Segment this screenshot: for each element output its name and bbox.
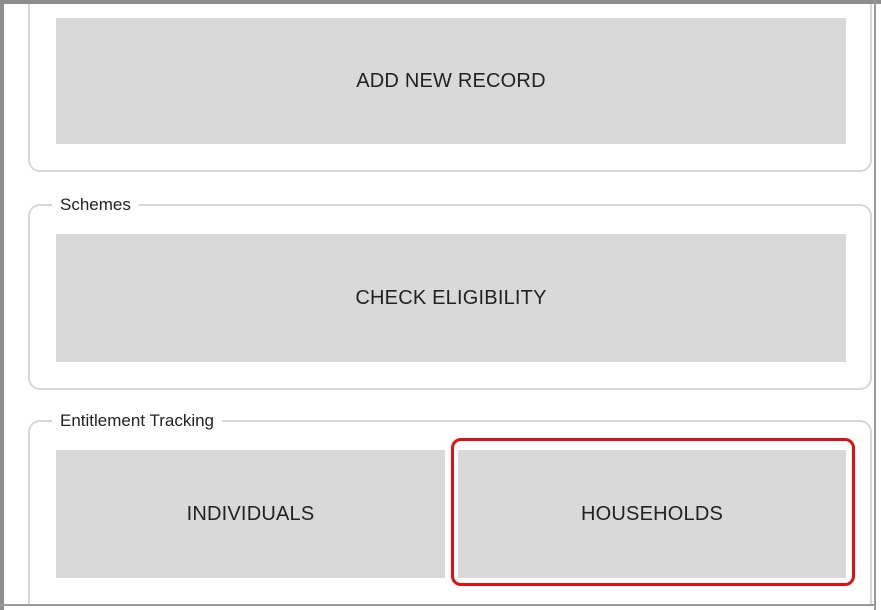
schemes-section: Schemes CHECK ELIGIBILITY <box>28 194 872 390</box>
households-button[interactable]: HOUSEHOLDS <box>458 450 846 578</box>
entitlement-tracking-section: Entitlement Tracking INDIVIDUALS HOUSEHO… <box>28 410 872 606</box>
add-new-record-button[interactable]: ADD NEW RECORD <box>56 18 846 144</box>
window-edge-right <box>874 0 876 610</box>
entitlement-tracking-section-title: Entitlement Tracking <box>52 410 223 432</box>
window-edge-top <box>0 0 881 4</box>
window-edge-left <box>0 0 4 610</box>
schemes-section-title: Schemes <box>52 194 139 216</box>
individuals-button[interactable]: INDIVIDUALS <box>56 450 445 578</box>
window-edge-bottom <box>0 604 876 606</box>
check-eligibility-button[interactable]: CHECK ELIGIBILITY <box>56 234 846 362</box>
records-section: ADD NEW RECORD <box>28 0 872 172</box>
app-screen: ADD NEW RECORD Schemes CHECK ELIGIBILITY… <box>0 0 881 610</box>
